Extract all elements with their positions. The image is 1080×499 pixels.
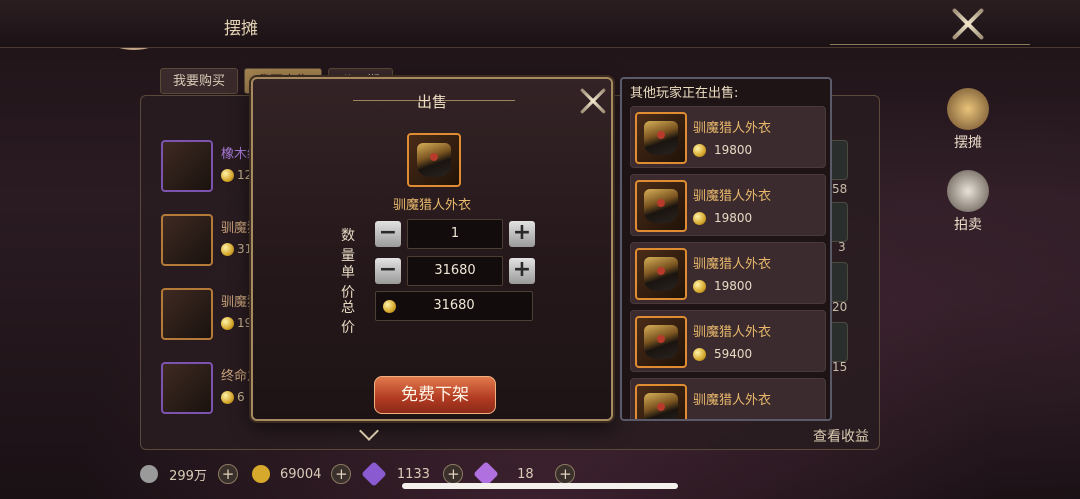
armor-icon [644, 393, 678, 419]
item-price: 59400 [693, 347, 752, 361]
gold-coin-icon [693, 280, 706, 293]
side-label-stall: 摆摊 [954, 135, 982, 151]
item-thumbnail [161, 214, 213, 266]
gold-coin-icon [252, 465, 270, 483]
other-sellers-title: 其他玩家正在出售: [630, 86, 739, 101]
resource-gold: 69004 + [252, 464, 352, 484]
free-delist-button[interactable]: 免费下架 [374, 376, 496, 414]
seller-listing[interactable]: 驯魔猎人外衣 [630, 378, 826, 419]
price-minus-button[interactable]: − [375, 258, 401, 284]
quantity-label: 数量 [341, 228, 355, 264]
total-label: 总价 [341, 300, 355, 336]
dialog-close-icon[interactable] [579, 87, 608, 116]
sell-dialog: 出售 驯魔猎人外衣 数量 − 1 + 单价 − 31680 + 总价 31680… [251, 77, 613, 421]
quantity-plus-button[interactable]: + [509, 221, 535, 247]
add-crystal-button[interactable]: + [443, 464, 464, 484]
unit-price-label: 单价 [341, 265, 355, 301]
slot-count: 15 [832, 360, 848, 374]
silver-coin-icon [140, 465, 158, 483]
side-menu-auction[interactable]: 拍卖 [945, 170, 991, 234]
total-value: 31680 [433, 298, 475, 313]
seller-listing[interactable]: 驯魔猎人外衣 59400 [630, 310, 826, 372]
gold-coin-icon [383, 300, 396, 313]
gold-coin-icon [221, 169, 234, 182]
unit-price-field[interactable]: 31680 [407, 256, 503, 286]
purple-crystal-icon [361, 461, 388, 487]
page-title: 摆摊 [224, 19, 258, 39]
income-label: 查看收益 [813, 429, 869, 445]
tab-buy[interactable]: 我要购买 [160, 68, 239, 94]
slot-count: 20 [832, 300, 848, 314]
item-thumbnail [635, 112, 687, 164]
resource-value: 1133 [396, 466, 430, 482]
item-price: 19800 [693, 211, 752, 225]
main-close-icon[interactable] [950, 6, 986, 42]
auction-icon [947, 170, 989, 212]
resource-silver: 299万 + [140, 464, 238, 484]
add-gem-button[interactable]: + [555, 464, 576, 484]
item-name: 驯魔猎人外衣 [392, 198, 471, 213]
resource-value: 18 [517, 466, 534, 482]
resource-value: 299万 [169, 468, 207, 484]
gold-coin-icon [693, 348, 706, 361]
item-name: 驯魔猎人外衣 [693, 189, 772, 204]
gold-coin-icon [221, 243, 234, 256]
item-thumbnail [407, 133, 461, 187]
gold-coin-icon [221, 391, 234, 404]
seller-listing[interactable]: 驯魔猎人外衣 19800 [630, 174, 826, 236]
item-thumbnail [635, 316, 687, 368]
other-sellers-panel: 其他玩家正在出售: 驯魔猎人外衣 19800 驯魔猎人外衣 19800 驯魔猎人… [620, 77, 832, 421]
item-thumbnail [161, 140, 213, 192]
gold-coin-icon [693, 144, 706, 157]
item-thumbnail [161, 288, 213, 340]
price-plus-button[interactable]: + [509, 258, 535, 284]
item-thumbnail [161, 362, 213, 414]
item-thumbnail [635, 384, 687, 419]
quantity-minus-button[interactable]: − [375, 221, 401, 247]
seller-listing[interactable]: 驯魔猎人外衣 19800 [630, 106, 826, 168]
armor-icon [417, 143, 451, 177]
resource-gem: 18 + [473, 461, 576, 487]
add-silver-button[interactable]: + [218, 464, 238, 484]
item-price: 6 [237, 390, 245, 404]
armor-icon [644, 189, 678, 223]
seller-listing[interactable]: 驯魔猎人外衣 19800 [630, 242, 826, 304]
stall-icon [947, 88, 989, 130]
item-name: 驯魔猎人外衣 [693, 393, 772, 408]
total-field: 31680 [375, 291, 533, 321]
gold-coin-icon [693, 212, 706, 225]
item-thumbnail [635, 248, 687, 300]
item-thumbnail [635, 180, 687, 232]
side-menu: 摆摊 拍卖 [945, 88, 991, 234]
item-name: 驯魔猎人外衣 [693, 121, 772, 136]
armor-icon [644, 325, 678, 359]
gold-coin-icon [221, 317, 234, 330]
dialog-title: 出售 [416, 93, 447, 111]
slot-count: 58 [832, 182, 848, 196]
item-name: 驯魔猎人外衣 [693, 257, 772, 272]
quantity-field[interactable]: 1 [407, 219, 503, 249]
resource-crystal: 1133 + [361, 461, 464, 487]
header-divider [830, 44, 1030, 45]
item-price: 19800 [693, 279, 752, 293]
resource-value: 69004 [280, 466, 322, 482]
top-bar: 摆摊 [0, 0, 1080, 48]
side-menu-stall[interactable]: 摆摊 [945, 88, 991, 152]
add-gold-button[interactable]: + [331, 464, 352, 484]
armor-icon [644, 257, 678, 291]
item-name: 驯魔猎人外衣 [693, 325, 772, 340]
item-price: 19800 [693, 143, 752, 157]
armor-icon [644, 121, 678, 155]
side-label-auction: 拍卖 [954, 217, 982, 233]
home-indicator[interactable] [402, 483, 678, 489]
slot-count: 3 [838, 240, 846, 254]
